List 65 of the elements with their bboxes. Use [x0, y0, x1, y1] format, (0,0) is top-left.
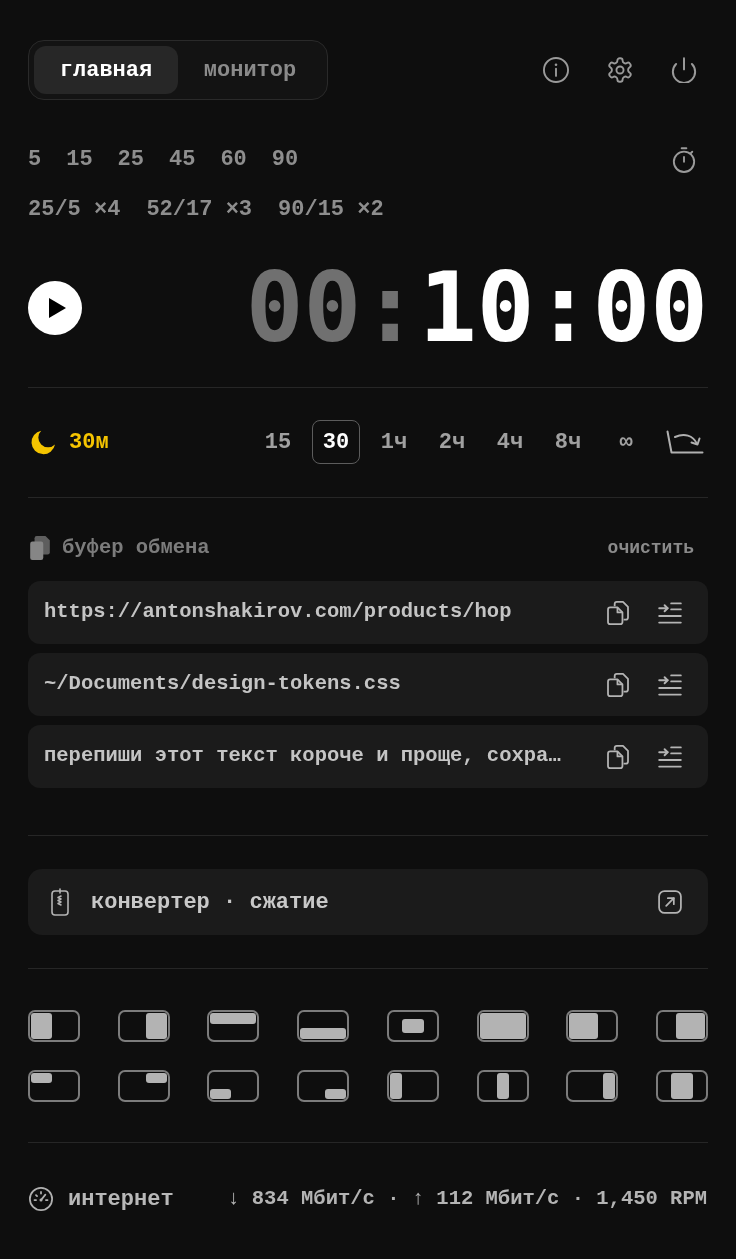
cycle-preset[interactable]: 25/5 ×4 — [28, 196, 121, 224]
insert-text-icon[interactable] — [658, 744, 682, 769]
window-top-left-icon[interactable] — [28, 1070, 80, 1102]
clipboard-item[interactable]: перепиши этот текст короче и проще, сохра… — [28, 725, 708, 788]
sleep-option[interactable]: 30 — [312, 420, 360, 464]
sleep-option[interactable]: 1ч — [370, 420, 418, 464]
sleep-option[interactable]: 2ч — [428, 420, 476, 464]
window-maximize-icon[interactable] — [476, 1010, 529, 1042]
window-left-third-icon[interactable] — [386, 1070, 439, 1102]
timer-preset[interactable]: 25 — [117, 146, 144, 174]
moon-icon — [30, 429, 55, 455]
info-icon[interactable] — [543, 57, 569, 83]
cycle-preset[interactable]: 52/17 ×3 — [146, 196, 253, 224]
window-center-half-icon[interactable] — [655, 1070, 708, 1102]
insert-text-icon[interactable] — [658, 672, 682, 697]
clipboard-text: ~/Documents/design-tokens.css — [44, 671, 402, 698]
sleep-timer-value: 30м — [69, 428, 109, 457]
window-center-icon[interactable] — [386, 1010, 439, 1042]
timer-preset[interactable]: 90 — [271, 146, 299, 174]
clipboard-text: https://antonshakirov.com/products/hop — [44, 599, 513, 626]
window-left-two-thirds-icon[interactable] — [566, 1010, 619, 1042]
timer-display: 00:10:00 — [245, 264, 708, 352]
window-right-two-thirds-icon[interactable] — [655, 1010, 708, 1042]
window-top-right-icon[interactable] — [117, 1070, 170, 1102]
clipboard-item[interactable]: https://antonshakirov.com/products/hop — [28, 581, 708, 644]
timer-preset[interactable]: 60 — [220, 146, 247, 174]
speedometer-icon — [29, 1187, 53, 1211]
copy-icon[interactable] — [606, 600, 630, 625]
sleep-option[interactable]: ∞ — [602, 420, 650, 464]
insert-text-icon[interactable] — [658, 600, 682, 625]
network-label: интернет — [68, 1185, 174, 1214]
converter-label: конвертер · сжатие — [91, 888, 330, 917]
timer-preset[interactable]: 5 — [28, 146, 42, 174]
window-top-half-icon[interactable] — [207, 1010, 260, 1042]
sleep-option[interactable]: 4ч — [486, 420, 534, 464]
window-bottom-left-icon[interactable] — [207, 1070, 260, 1102]
network-stats: ↓ 834 Мбит/с · ↑ 112 Мбит/с · 1,450 RPM — [227, 1185, 707, 1212]
copy-icon[interactable] — [606, 744, 630, 769]
play-icon — [48, 298, 66, 318]
zip-file-icon — [50, 888, 70, 916]
power-icon[interactable] — [671, 57, 697, 83]
sleep-option[interactable]: 8ч — [544, 420, 592, 464]
timer-preset[interactable]: 45 — [169, 146, 196, 174]
cycle-preset[interactable]: 90/15 ×2 — [278, 196, 384, 224]
documents-icon — [30, 536, 50, 560]
window-right-third-icon[interactable] — [566, 1070, 619, 1102]
converter-card[interactable]: конвертер · сжатие — [28, 869, 708, 935]
clear-button[interactable]: очистить — [607, 534, 694, 562]
timer-preset[interactable]: 15 — [66, 146, 93, 174]
play-button[interactable] — [28, 281, 82, 335]
window-left-half-icon[interactable] — [28, 1010, 80, 1042]
clipboard-title: буфер обмена — [62, 534, 210, 561]
window-center-third-icon[interactable] — [476, 1070, 529, 1102]
external-link-icon[interactable] — [658, 890, 682, 914]
window-right-half-icon[interactable] — [117, 1010, 170, 1042]
window-bottom-right-icon[interactable] — [297, 1070, 350, 1102]
settings-icon[interactable] — [607, 57, 633, 83]
sleep-option[interactable]: 15 — [254, 420, 302, 464]
tab[interactable]: главная — [34, 46, 178, 94]
clipboard-text: перепиши этот текст короче и проще, сохра… — [44, 743, 562, 770]
stopwatch-icon[interactable] — [671, 147, 697, 173]
window-bottom-half-icon[interactable] — [297, 1010, 350, 1042]
copy-icon[interactable] — [606, 672, 630, 697]
tab[interactable]: монитор — [178, 46, 322, 94]
clipboard-item[interactable]: ~/Documents/design-tokens.css — [28, 653, 708, 716]
